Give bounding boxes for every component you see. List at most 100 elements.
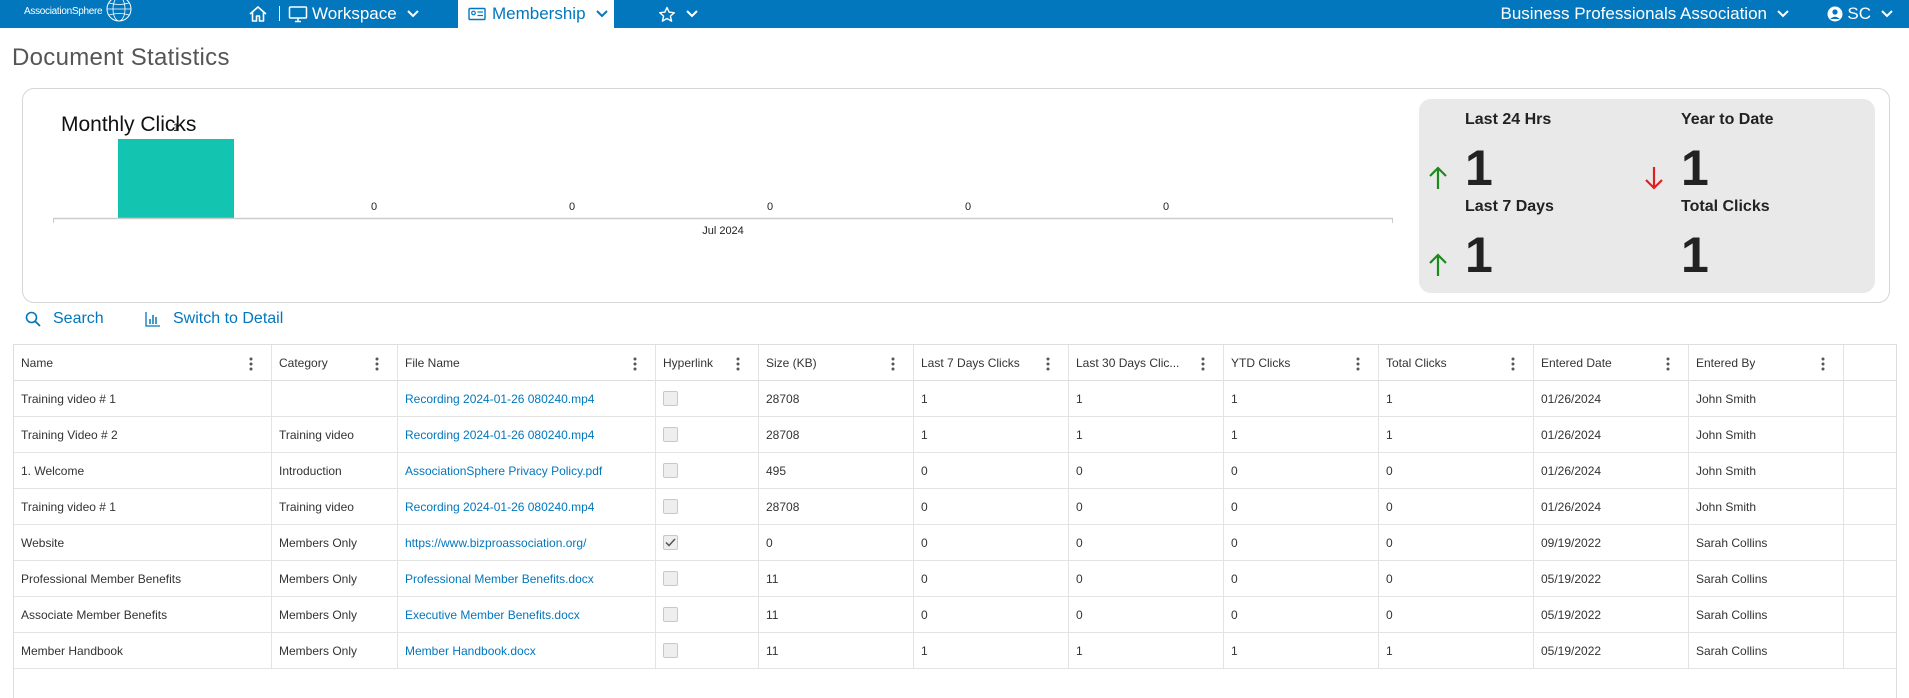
column-header[interactable]: Category bbox=[272, 345, 398, 381]
cell-last30: 1 bbox=[1069, 633, 1224, 668]
cell-name: Training video # 1 bbox=[14, 381, 272, 416]
hyperlink-checkbox bbox=[663, 391, 678, 406]
column-menu-icon[interactable] bbox=[1666, 357, 1670, 371]
nav-separator bbox=[279, 6, 280, 21]
hyperlink-checkbox bbox=[663, 607, 678, 622]
organization-selector[interactable]: Business Professionals Association bbox=[1501, 0, 1789, 28]
table-row[interactable]: Member Handbook Members Only Member Handbo… bbox=[14, 633, 1896, 669]
file-name-link[interactable]: Recording 2024-01-26 080240.mp4 bbox=[398, 489, 656, 524]
chart-data-label: 0 bbox=[371, 201, 377, 213]
nav-workspace-menu[interactable]: Workspace bbox=[288, 0, 419, 28]
search-icon bbox=[25, 311, 41, 327]
cell-ytd: 0 bbox=[1224, 597, 1379, 632]
column-header-label: Entered Date bbox=[1541, 356, 1612, 370]
switch-to-detail-button[interactable]: Switch to Detail bbox=[145, 310, 283, 328]
column-menu-icon[interactable] bbox=[1046, 357, 1050, 371]
nav-favorites-menu[interactable] bbox=[658, 0, 698, 28]
chart-data-label: 0 bbox=[965, 201, 971, 213]
column-menu-icon[interactable] bbox=[249, 357, 253, 371]
column-header-label: Entered By bbox=[1696, 356, 1756, 370]
table-row[interactable]: Website Members Only https://www.bizproass… bbox=[14, 525, 1896, 561]
cell-date: 01/26/2024 bbox=[1534, 453, 1689, 488]
file-name-link[interactable]: AssociationSphere Privacy Policy.pdf bbox=[398, 453, 656, 488]
cell-by: Sarah Collins bbox=[1689, 525, 1844, 560]
column-header[interactable]: Size (KB) bbox=[759, 345, 914, 381]
file-name-link[interactable]: Member Handbook.docx bbox=[398, 633, 656, 668]
chart-data-label: 0 bbox=[569, 201, 575, 213]
cell-total: 0 bbox=[1379, 489, 1534, 524]
cell-total: 1 bbox=[1379, 381, 1534, 416]
cell-total: 0 bbox=[1379, 525, 1534, 560]
chart-bar bbox=[118, 139, 234, 218]
cell-last30: 0 bbox=[1069, 525, 1224, 560]
column-header[interactable]: File Name bbox=[398, 345, 656, 381]
chart-x-tick-label: Jul 2024 bbox=[702, 225, 744, 237]
file-name-link[interactable]: Recording 2024-01-26 080240.mp4 bbox=[398, 381, 656, 416]
column-header[interactable]: Entered By bbox=[1689, 345, 1844, 381]
column-menu-icon[interactable] bbox=[891, 357, 895, 371]
user-menu[interactable]: SC bbox=[1827, 0, 1893, 28]
column-header[interactable]: Total Clicks bbox=[1379, 345, 1534, 381]
hyperlink-checkbox-cell bbox=[656, 561, 759, 596]
file-name-link[interactable]: Recording 2024-01-26 080240.mp4 bbox=[398, 417, 656, 452]
cell-last30: 0 bbox=[1069, 489, 1224, 524]
grid-header: Name Category File Name Hyperlink Size (KB) L… bbox=[14, 345, 1896, 381]
hyperlink-checkbox-cell bbox=[656, 381, 759, 416]
cell-size: 11 bbox=[759, 633, 914, 668]
home-icon[interactable] bbox=[247, 3, 269, 25]
cell-size: 28708 bbox=[759, 381, 914, 416]
cell-last30: 0 bbox=[1069, 453, 1224, 488]
cell-name: Associate Member Benefits bbox=[14, 597, 272, 632]
column-header[interactable]: YTD Clicks bbox=[1224, 345, 1379, 381]
column-menu-icon[interactable] bbox=[1356, 357, 1360, 371]
hyperlink-checkbox-cell bbox=[656, 633, 759, 668]
cell-category: Training video bbox=[272, 417, 398, 452]
chart-data-label: 0 bbox=[767, 201, 773, 213]
cell-category: Members Only bbox=[272, 561, 398, 596]
file-name-link[interactable]: Professional Member Benefits.docx bbox=[398, 561, 656, 596]
cell-name: Professional Member Benefits bbox=[14, 561, 272, 596]
arrow-up-icon bbox=[1429, 166, 1447, 189]
column-menu-icon[interactable] bbox=[1201, 357, 1205, 371]
table-row[interactable]: Associate Member Benefits Members Only Exe… bbox=[14, 597, 1896, 633]
file-name-link[interactable]: Executive Member Benefits.docx bbox=[398, 597, 656, 632]
table-row[interactable]: 1. Welcome Introduction AssociationSphere … bbox=[14, 453, 1896, 489]
bar-chart-icon bbox=[145, 312, 160, 327]
nav-workspace-label: Workspace bbox=[312, 4, 397, 23]
column-menu-icon[interactable] bbox=[375, 357, 379, 371]
year-to-date-value: 1 bbox=[1681, 140, 1709, 196]
cell-date: 05/19/2022 bbox=[1534, 633, 1689, 668]
column-menu-icon[interactable] bbox=[736, 357, 740, 371]
cell-total: 0 bbox=[1379, 561, 1534, 596]
column-menu-icon[interactable] bbox=[1511, 357, 1515, 371]
table-row[interactable]: Training Video # 2 Training video Recordin… bbox=[14, 417, 1896, 453]
cell-last30: 1 bbox=[1069, 381, 1224, 416]
cell-by: Sarah Collins bbox=[1689, 561, 1844, 596]
app-logo[interactable]: AssociationSphere bbox=[24, 0, 132, 28]
cell-date: 05/19/2022 bbox=[1534, 597, 1689, 632]
column-header[interactable]: Name bbox=[14, 345, 272, 381]
top-nav-bar: AssociationSphere Workspace Membership B… bbox=[0, 0, 1909, 28]
table-row[interactable]: Training video # 1 Recording 2024-01-26 0… bbox=[14, 381, 1896, 417]
page-title: Document Statistics bbox=[12, 44, 230, 71]
column-header-label: Hyperlink bbox=[663, 356, 714, 370]
column-header[interactable]: Last 30 Days Clic... bbox=[1069, 345, 1224, 381]
table-row[interactable]: Professional Member Benefits Members Only… bbox=[14, 561, 1896, 597]
search-button[interactable]: Search bbox=[25, 310, 104, 328]
column-menu-icon[interactable] bbox=[1821, 357, 1825, 371]
column-header[interactable]: Hyperlink bbox=[656, 345, 759, 381]
table-row[interactable]: Training video # 1 Training video Recordin… bbox=[14, 489, 1896, 525]
column-header-label: Last 30 Days Clic... bbox=[1076, 356, 1180, 370]
column-header[interactable]: Entered Date bbox=[1534, 345, 1689, 381]
nav-membership-label: Membership bbox=[492, 4, 586, 23]
chevron-down-icon bbox=[1777, 10, 1789, 18]
hyperlink-checkbox-cell bbox=[656, 489, 759, 524]
nav-membership-menu[interactable]: Membership bbox=[458, 0, 614, 28]
file-name-link[interactable]: https://www.bizproassociation.org/ bbox=[398, 525, 656, 560]
cell-category bbox=[272, 381, 398, 416]
cell-ytd: 1 bbox=[1224, 417, 1379, 452]
column-header[interactable]: Last 7 Days Clicks bbox=[914, 345, 1069, 381]
cell-total: 1 bbox=[1379, 417, 1534, 452]
cell-category: Members Only bbox=[272, 633, 398, 668]
column-menu-icon[interactable] bbox=[633, 357, 637, 371]
